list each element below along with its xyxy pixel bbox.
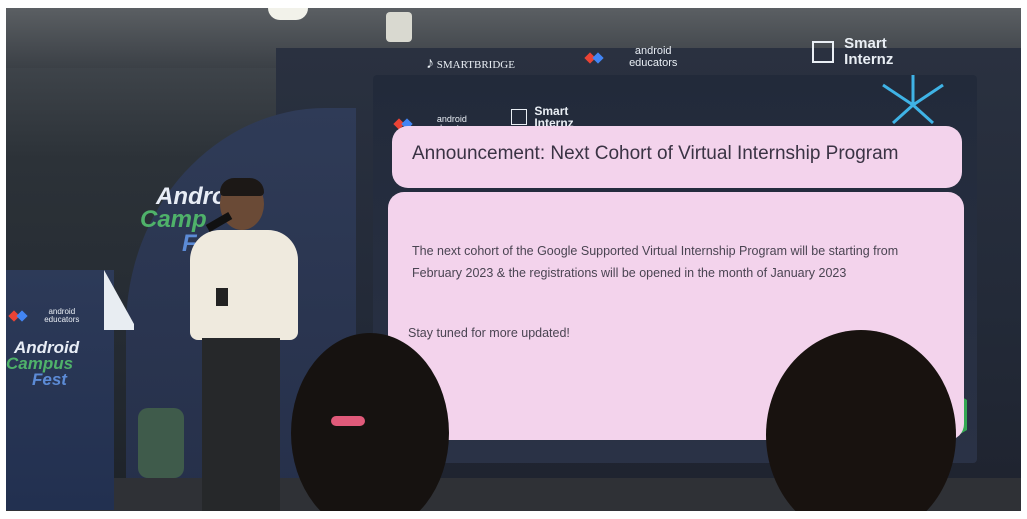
hair-tie [331, 416, 365, 426]
slide-footer-text: Stay tuned for more updated! [408, 326, 570, 340]
decorative-star-graphic [873, 75, 953, 125]
gdg-icon [584, 51, 604, 64]
smartbridge-icon: ♪ [426, 55, 434, 72]
ceiling-light [386, 12, 412, 42]
potted-plant [138, 408, 184, 478]
smart-internz-icon [812, 40, 834, 63]
podium-logo: android educators [8, 307, 80, 325]
internz-text: Internz [844, 50, 894, 68]
smart-internz-icon [511, 109, 527, 125]
educators-text: educators [629, 56, 678, 69]
slide-title: Announcement: Next Cohort of Virtual Int… [412, 143, 899, 164]
smart-internz-logo: Smart Internz [812, 36, 893, 68]
android-text: android [634, 45, 672, 57]
gdg-icon [8, 310, 28, 323]
podium: android educators Android Campus Fest [6, 270, 114, 510]
android-educators-logo: android educators [584, 45, 678, 69]
event-photo: ♪ SMARTBRIDGE android educators Smart In… [6, 8, 1021, 511]
speaker-shirt [190, 230, 298, 340]
slide-title-card: Announcement: Next Cohort of Virtual Int… [392, 126, 962, 188]
slide-body-text: The next cohort of the Google Supported … [412, 244, 899, 280]
podium-fest-title: Fest [32, 370, 67, 389]
smart-text: Smart [844, 35, 887, 52]
speaker [180, 178, 300, 511]
speaker-hair [220, 178, 264, 196]
speaker-trousers [202, 338, 280, 511]
id-badge [216, 288, 228, 306]
ceiling-light [268, 8, 308, 20]
podium-educators-text: educators [44, 315, 80, 325]
smartbridge-text: SMARTBRIDGE [436, 59, 515, 71]
smartbridge-logo: ♪ SMARTBRIDGE [426, 55, 515, 73]
